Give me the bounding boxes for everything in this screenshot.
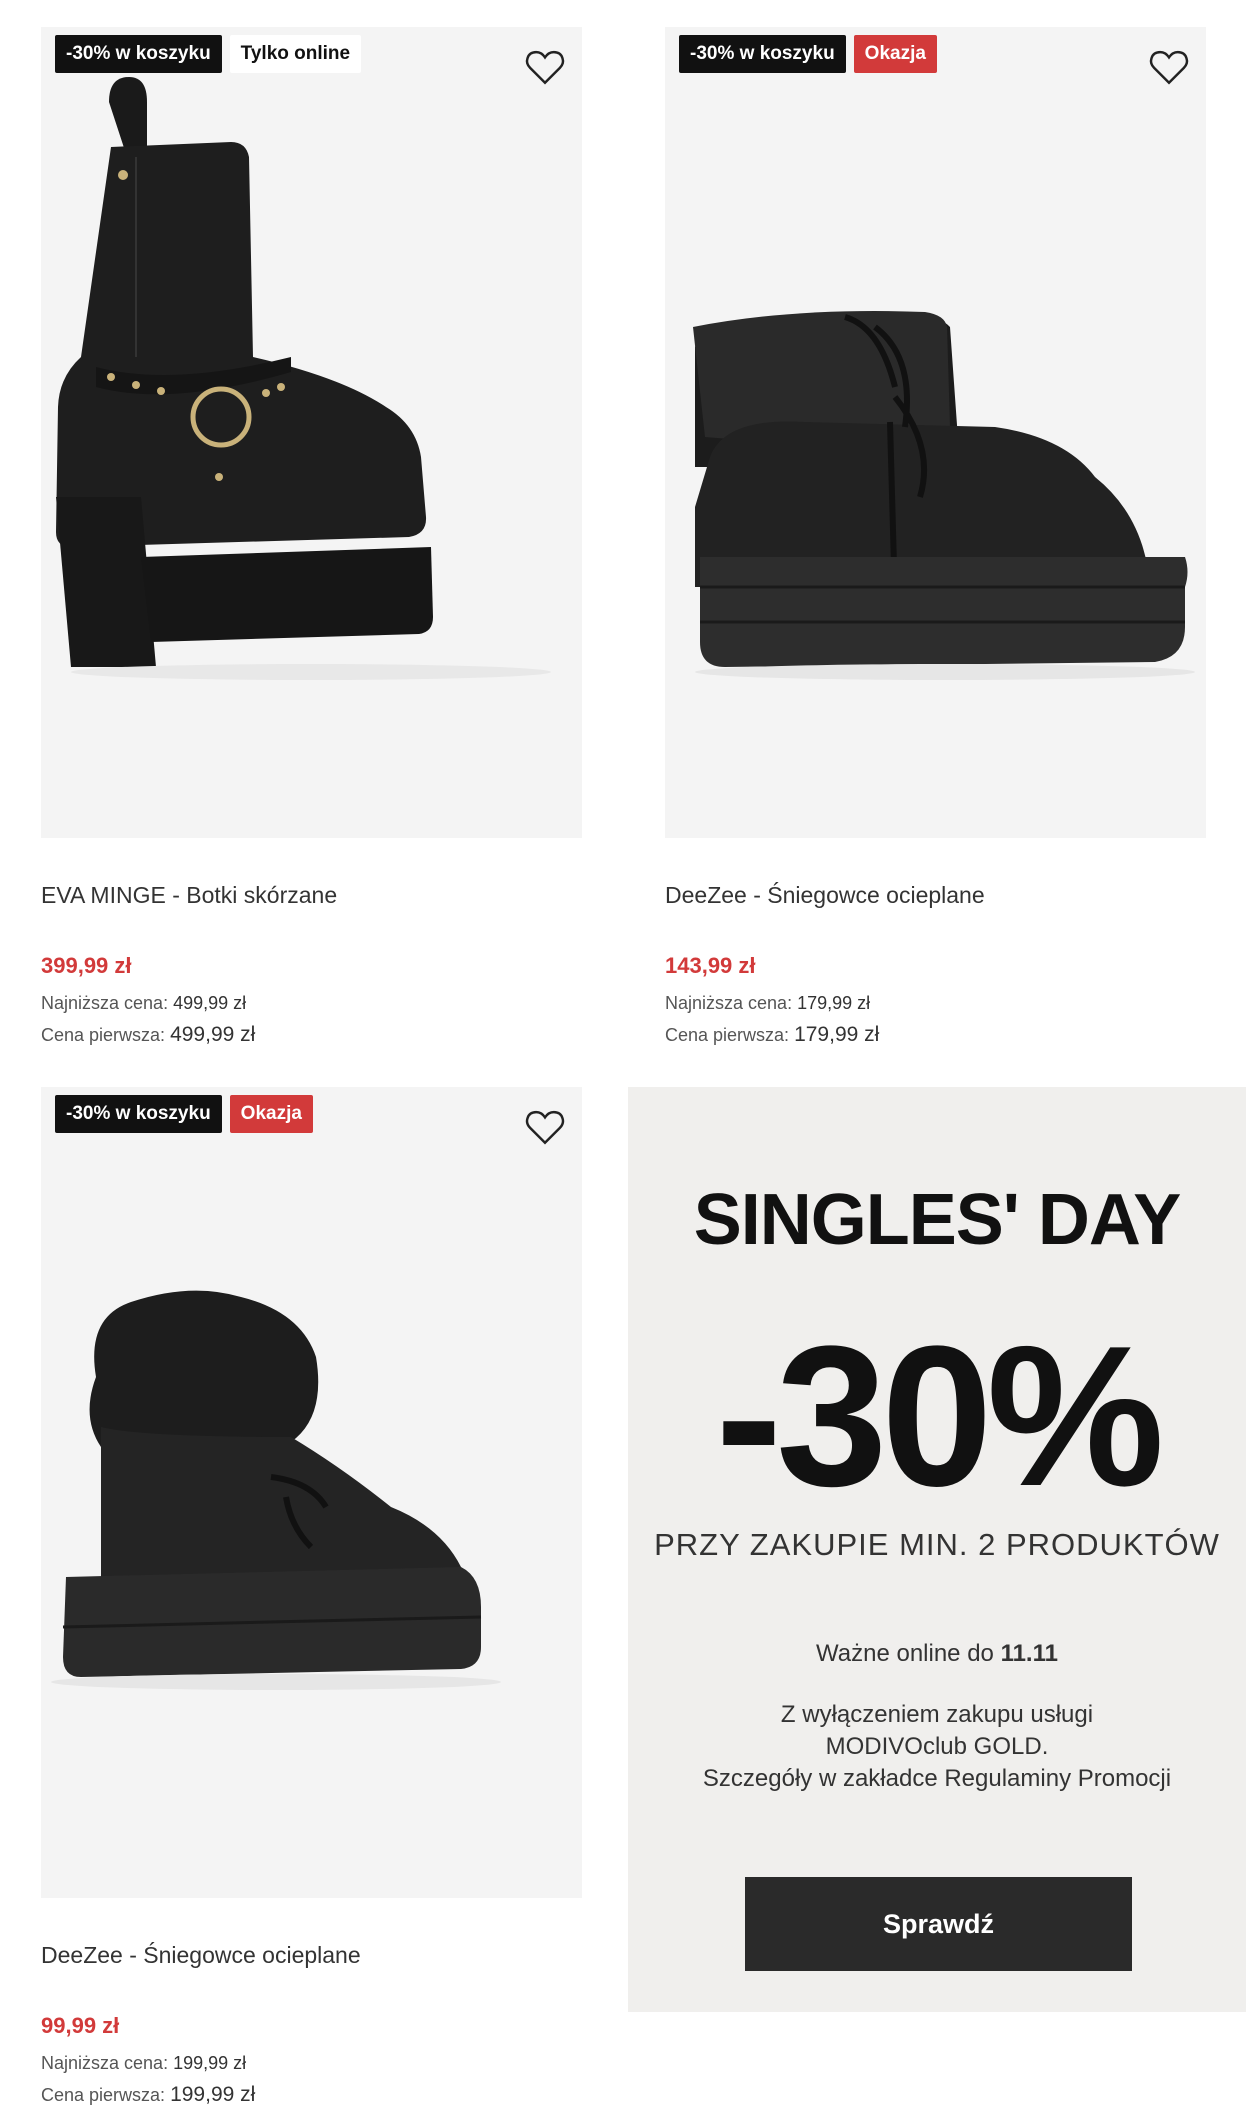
product-price: 399,99 zł bbox=[41, 953, 132, 978]
first-price-value: 199,99 zł bbox=[170, 2083, 256, 2106]
first-price: Cena pierwsza: 199,99 zł bbox=[41, 2083, 255, 2107]
product-title[interactable]: DeeZee - Śniegowce ocieplane bbox=[41, 1942, 361, 1969]
fur-snow-boot-image bbox=[51, 1290, 501, 1690]
lowest-price-value: 199,99 zł bbox=[173, 2053, 247, 2073]
heart-outline-icon bbox=[1149, 50, 1189, 85]
product-price: 143,99 zł bbox=[665, 953, 756, 978]
deal-badge: Okazja bbox=[229, 1095, 313, 1133]
heart-outline-icon bbox=[525, 1110, 565, 1145]
promo-validity-date: 11.11 bbox=[1000, 1640, 1058, 1667]
lowest-price-label: Najniższa cena: bbox=[41, 993, 169, 1013]
lowest-price-label: Najniższa cena: bbox=[665, 993, 793, 1013]
product-card[interactable]: -30% w koszyku Okazja DeeZee - Śniegowce… bbox=[41, 1087, 582, 2106]
heeled-boot-image bbox=[56, 77, 551, 680]
online-only-badge: Tylko online bbox=[229, 35, 362, 73]
promo-banner[interactable]: SINGLES' DAY -30% PRZY ZAKUPIE MIN. 2 PR… bbox=[628, 1087, 1246, 2012]
promo-note: Z wyłączeniem zakupu usługi MODIVOclub G… bbox=[628, 1699, 1246, 1795]
product-card[interactable]: -30% w koszyku Tylko online EVA MINGE - … bbox=[41, 27, 582, 1046]
discount-badge: -30% w koszyku bbox=[55, 35, 222, 73]
product-title[interactable]: DeeZee - Śniegowce ocieplane bbox=[665, 882, 985, 909]
badge-group: -30% w koszyku Okazja bbox=[679, 35, 937, 73]
first-price-label: Cena pierwsza: bbox=[665, 1025, 790, 1045]
first-price: Cena pierwsza: 499,99 zł bbox=[41, 1023, 255, 1047]
promo-discount: -30% bbox=[715, 1305, 1165, 1528]
lowest-price-label: Najniższa cena: bbox=[41, 2053, 169, 2073]
product-title[interactable]: EVA MINGE - Botki skórzane bbox=[41, 882, 337, 909]
promo-headline: SINGLES' DAY bbox=[693, 1180, 1182, 1260]
product-image[interactable]: -30% w koszyku Okazja bbox=[41, 1087, 582, 1898]
product-image[interactable]: -30% w koszyku Okazja bbox=[665, 27, 1206, 838]
favorite-button[interactable] bbox=[524, 1107, 566, 1147]
promo-note-line: MODIVOclub GOLD. bbox=[825, 1733, 1049, 1760]
first-price-value: 179,99 zł bbox=[794, 1023, 880, 1046]
lowest-price: Najniższa cena: 179,99 zł bbox=[665, 993, 870, 1014]
product-price: 99,99 zł bbox=[41, 2013, 120, 2038]
promo-note-line: Szczegóły w zakładce Regulaminy Promocji bbox=[702, 1765, 1172, 1792]
product-card[interactable]: -30% w koszyku Okazja DeeZee - Śniegowce… bbox=[665, 27, 1206, 1046]
heart-outline-icon bbox=[525, 50, 565, 85]
lowest-price-value: 499,99 zł bbox=[173, 993, 247, 1013]
promo-validity-prefix: Ważne online do bbox=[816, 1640, 994, 1667]
lowest-price: Najniższa cena: 499,99 zł bbox=[41, 993, 246, 1014]
deal-badge: Okazja bbox=[853, 35, 937, 73]
promo-condition: PRZY ZAKUPIE MIN. 2 PRODUKTÓW bbox=[654, 1527, 1220, 1562]
check-button[interactable]: Sprawdź bbox=[745, 1877, 1132, 1971]
lowest-price-value: 179,99 zł bbox=[797, 993, 871, 1013]
first-price-label: Cena pierwsza: bbox=[41, 2085, 166, 2105]
product-image[interactable]: -30% w koszyku Tylko online bbox=[41, 27, 582, 838]
first-price-value: 499,99 zł bbox=[170, 1023, 256, 1046]
favorite-button[interactable] bbox=[524, 47, 566, 87]
discount-badge: -30% w koszyku bbox=[679, 35, 846, 73]
badge-group: -30% w koszyku Tylko online bbox=[55, 35, 362, 73]
first-price: Cena pierwsza: 179,99 zł bbox=[665, 1023, 879, 1047]
discount-badge: -30% w koszyku bbox=[55, 1095, 222, 1133]
snow-boot-image bbox=[693, 311, 1195, 680]
first-price-label: Cena pierwsza: bbox=[41, 1025, 166, 1045]
promo-validity: Ważne online do 11.11 bbox=[628, 1640, 1246, 1668]
favorite-button[interactable] bbox=[1148, 47, 1190, 87]
badge-group: -30% w koszyku Okazja bbox=[55, 1095, 313, 1133]
promo-note-line: Z wyłączeniem zakupu usługi bbox=[780, 1701, 1094, 1728]
lowest-price: Najniższa cena: 199,99 zł bbox=[41, 2053, 246, 2074]
